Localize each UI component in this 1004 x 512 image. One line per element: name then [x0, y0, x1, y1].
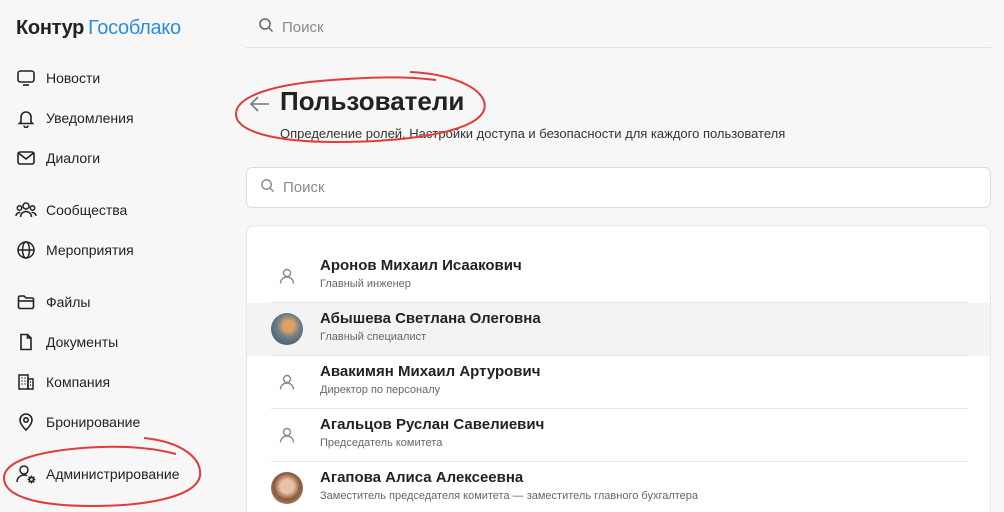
user-placeholder-icon — [271, 366, 303, 398]
user-name: Аронов Михаил Исаакович — [320, 257, 522, 274]
global-search-input[interactable] — [282, 19, 882, 36]
user-role: Заместитель председателя комитета — заме… — [320, 490, 699, 502]
sidebar-item-files[interactable]: Файлы — [14, 289, 214, 315]
people-icon — [14, 198, 38, 222]
global-search[interactable] — [246, 8, 991, 48]
sidebar-item-news[interactable]: Новости — [14, 65, 214, 91]
users-search[interactable] — [246, 167, 991, 208]
sidebar-item-administration[interactable]: Администрирование — [14, 461, 214, 487]
sidebar-item-dialogs[interactable]: Диалоги — [14, 145, 214, 171]
sidebar-item-notifications[interactable]: Уведомления — [14, 105, 214, 131]
sidebar-item-label: Мероприятия — [46, 242, 134, 258]
user-gear-icon — [14, 462, 38, 486]
avatar — [271, 313, 303, 345]
logo[interactable]: Контур Гособлако — [16, 17, 181, 40]
user-role: Главный специалист — [320, 331, 427, 343]
folder-icon — [14, 290, 38, 314]
sidebar-item-documents[interactable]: Документы — [14, 329, 214, 355]
bell-icon — [14, 106, 38, 130]
users-search-input[interactable] — [283, 179, 883, 196]
sidebar-item-label: Файлы — [46, 294, 91, 310]
sidebar-item-label: Документы — [46, 334, 119, 350]
page-subtitle: Определение ролей. Настройки доступа и б… — [280, 126, 786, 141]
document-icon — [14, 330, 38, 354]
user-name: Агапова Алиса Алексеевна — [320, 469, 524, 486]
user-row[interactable]: Агапова Алиса Алексеевна Заместитель пре… — [247, 462, 990, 512]
sidebar-item-company[interactable]: Компания — [14, 369, 214, 395]
user-row[interactable]: Абышева Светлана Олеговна Главный специа… — [247, 303, 990, 356]
logo-product: Гособлако — [88, 17, 181, 39]
sidebar-item-label: Уведомления — [46, 110, 134, 126]
sidebar-item-events[interactable]: Мероприятия — [14, 237, 214, 263]
search-icon — [260, 178, 275, 198]
user-placeholder-icon — [271, 419, 303, 451]
user-row[interactable]: Аронов Михаил Исаакович Главный инженер — [247, 250, 990, 303]
user-row[interactable]: Авакимян Михаил Артурович Директор по пе… — [247, 356, 990, 409]
user-role: Директор по персоналу — [320, 384, 441, 396]
search-icon — [258, 17, 274, 38]
user-role: Председатель комитета — [320, 437, 443, 449]
logo-brand: Контур — [16, 17, 85, 39]
page-title: Пользователи — [280, 86, 465, 116]
users-list: Аронов Михаил Исаакович Главный инженер … — [246, 225, 991, 512]
user-placeholder-icon — [271, 260, 303, 292]
sidebar-item-label: Администрирование — [46, 466, 180, 482]
sidebar-item-label: Новости — [46, 70, 101, 86]
sidebar-item-booking[interactable]: Бронирование — [14, 409, 214, 435]
back-arrow-icon[interactable] — [248, 92, 272, 116]
user-name: Авакимян Михаил Артурович — [320, 363, 541, 380]
sidebar-item-label: Компания — [46, 374, 111, 390]
user-name: Агальцов Руслан Савелиевич — [320, 416, 545, 433]
globe-icon — [14, 238, 38, 262]
sidebar-item-label: Диалоги — [46, 150, 101, 166]
user-name: Абышева Светлана Олеговна — [320, 310, 541, 327]
sidebar-item-label: Бронирование — [46, 414, 141, 430]
location-pin-icon — [14, 410, 38, 434]
monitor-icon — [14, 66, 38, 90]
user-row[interactable]: Агальцов Руслан Савелиевич Председатель … — [247, 409, 990, 462]
sidebar: Контур Гособлако Новости Уведомления Диал… — [0, 0, 230, 512]
mail-icon — [14, 146, 38, 170]
building-icon — [14, 370, 38, 394]
sidebar-item-label: Сообщества — [46, 202, 128, 218]
user-role: Главный инженер — [320, 278, 411, 290]
sidebar-item-communities[interactable]: Сообщества — [14, 197, 214, 223]
avatar — [271, 472, 303, 504]
